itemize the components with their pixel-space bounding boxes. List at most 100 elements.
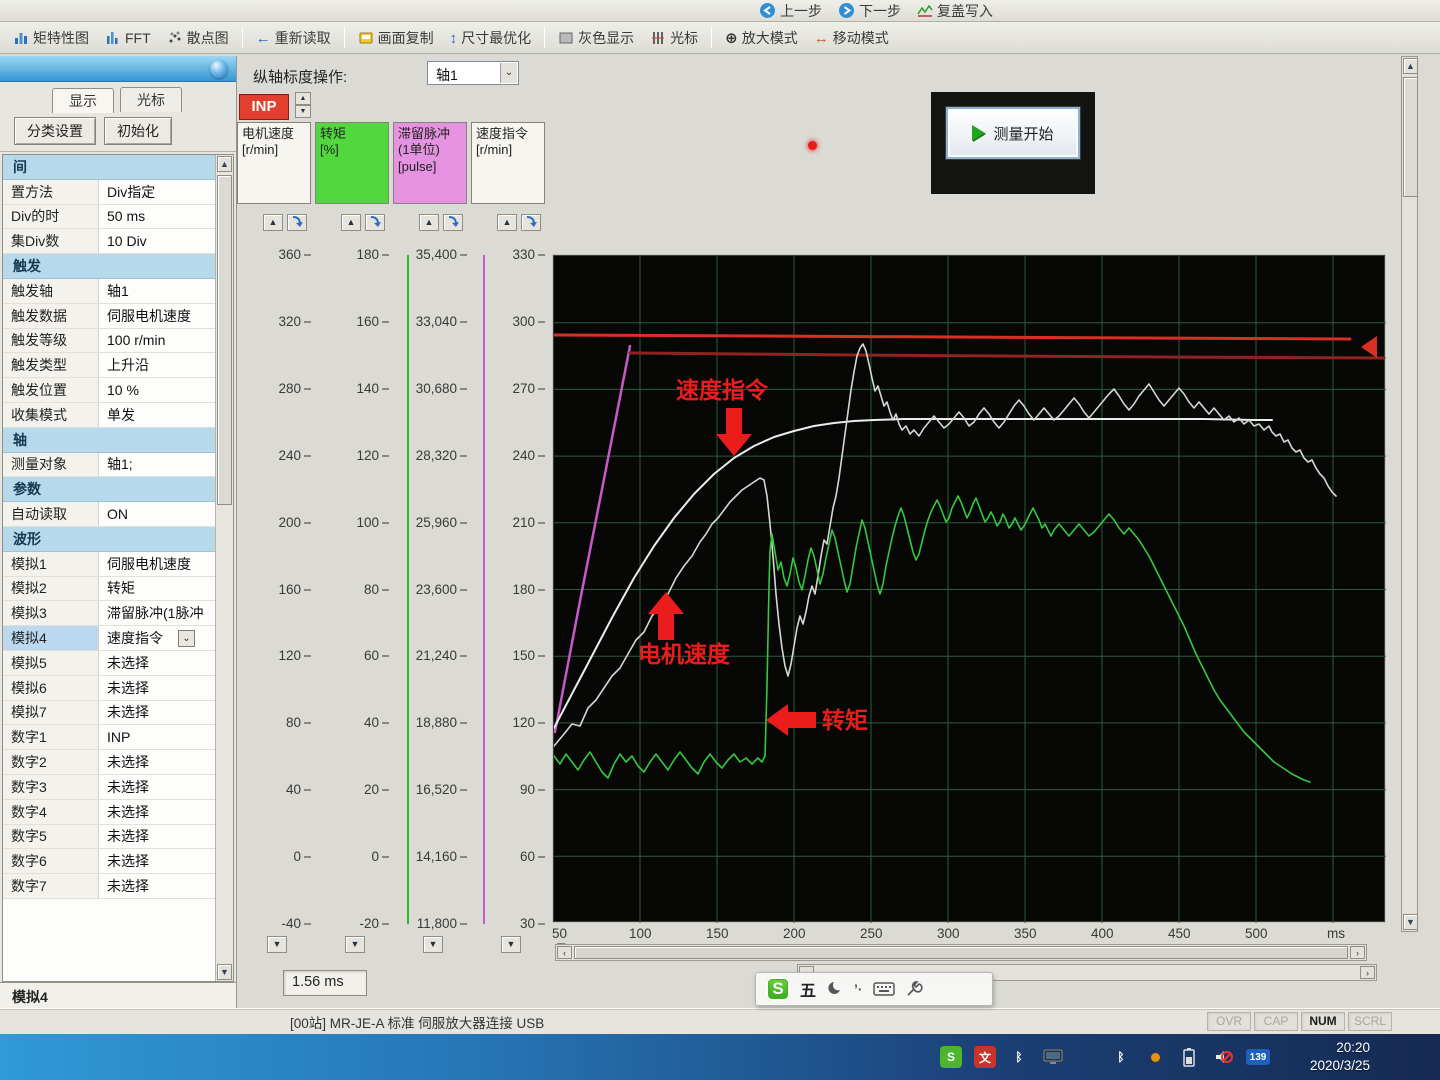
grid-row-Div的时[interactable]: Div的时50 ms [3,205,215,230]
volume-muted-icon[interactable] [1212,1046,1234,1068]
channel-header-电机速度[interactable]: 电机速度[r/min] [237,122,311,204]
ime-wubi-icon[interactable]: 文 [974,1046,996,1068]
bluetooth2-icon[interactable]: ᛒ [1110,1046,1132,1068]
grid-row-模拟6[interactable]: 模拟6未选择 [3,676,215,701]
bluetooth-icon[interactable]: ᛒ [1008,1046,1030,1068]
scale-auto-icon[interactable] [365,214,385,231]
grid-row-数字3[interactable]: 数字3未选择 [3,775,215,800]
tab-显示[interactable]: 显示 [52,88,114,113]
scale-auto-icon[interactable] [287,214,307,231]
chevron-down-icon[interactable]: ⌄ [500,63,517,83]
display-icon[interactable] [1042,1046,1064,1068]
scale-up-icon[interactable]: ▲ [419,214,439,231]
grid-row-收集模式[interactable]: 收集模式单发 [3,403,215,428]
grid-row-触发位置[interactable]: 触发位置10 % [3,378,215,403]
scroll-right-icon[interactable]: › [1350,946,1365,959]
vscroll-down-icon[interactable]: ▼ [1403,914,1418,930]
battery-icon[interactable] [1178,1046,1200,1068]
grid-row-value: 滞留脉冲(1脉冲 [99,603,215,623]
scale-auto-icon[interactable] [521,214,541,231]
scroll-right2-icon[interactable]: › [1360,966,1375,979]
sogou-logo-icon[interactable]: S [766,977,790,1001]
grid-row-数字5[interactable]: 数字5未选择 [3,825,215,850]
scale-down-icon[interactable]: ▼ [267,936,287,953]
toolbar-top-3-button[interactable]: 复盖写入 [910,0,1000,22]
grid-row-模拟1[interactable]: 模拟1伺服电机速度 [3,552,215,577]
spin-up-icon[interactable]: ▲ [295,92,311,105]
grid-row-模拟2[interactable]: 模拟2转矩 [3,577,215,602]
button-分类设置[interactable]: 分类设置 [14,117,96,145]
grid-row-模拟3[interactable]: 模拟3滞留脉冲(1脉冲 [3,601,215,626]
grid-row-模拟5[interactable]: 模拟5未选择 [3,651,215,676]
grid-row-触发类型[interactable]: 触发类型上升沿 [3,353,215,378]
chevron-down-icon[interactable]: ⌄ [178,630,195,647]
toolbar-11-button[interactable]: 光标 [643,25,705,51]
toolbar-3-button[interactable]: 散点图 [160,25,236,51]
wubi-mode-label[interactable]: 五 [800,977,816,1001]
settings-scrollbar[interactable]: ▲ ▼ [215,155,233,981]
scale-up-icon[interactable]: ▲ [263,214,283,231]
vscroll-up-icon[interactable]: ▲ [1403,58,1418,74]
refresh-icon[interactable] [210,60,228,78]
grid-row-数字1[interactable]: 数字1INP [3,725,215,750]
channel-header-滞留脉冲[interactable]: 滞留脉冲(1单位)[pulse] [393,122,467,204]
scroll-down-icon[interactable]: ▼ [217,964,232,980]
keyboard-icon[interactable] [873,981,895,997]
grid-row-自动读取[interactable]: 自动读取ON [3,502,215,527]
toolbar-10-button[interactable]: 灰色显示 [551,25,641,51]
status-dot-icon[interactable] [1144,1046,1166,1068]
scrollbar-thumb[interactable] [217,175,232,505]
chart-vscrollbar[interactable]: ▲ ▼ [1401,56,1418,932]
toolbar-top-1-button[interactable]: 上一步 [752,0,829,22]
tab-光标[interactable]: 光标 [120,87,182,112]
chart-hscrollbar[interactable]: ‹ › [555,944,1367,961]
channel-header-转矩[interactable]: 转矩[%] [315,122,389,204]
punctuation-icon[interactable]: ’· [854,981,863,997]
spin-down-icon[interactable]: ▼ [295,105,311,118]
network-app-icon[interactable] [1076,1046,1098,1068]
scale-down-icon[interactable]: ▼ [345,936,365,953]
toolbar-8-button[interactable]: ↕尺寸最优化 [443,25,539,51]
grid-row-数字4[interactable]: 数字4未选择 [3,800,215,825]
toolbar-2-button[interactable]: FFT [98,27,158,49]
sogou-tray-icon[interactable]: S [940,1046,962,1068]
channel-header-速度指令[interactable]: 速度指令[r/min] [471,122,545,204]
scale-up-icon[interactable]: ▲ [341,214,361,231]
scale-down-icon[interactable]: ▼ [423,936,443,953]
scroll-left-icon[interactable]: ‹ [557,946,572,959]
scale-down-icon[interactable]: ▼ [501,936,521,953]
scroll-up-icon[interactable]: ▲ [217,156,232,172]
grid-row-数字7[interactable]: 数字7未选择 [3,874,215,899]
taskbar[interactable]: S文ᛒᛒ139 20:20 2020/3/25 [0,1034,1440,1080]
badge-139[interactable]: 139 [1246,1049,1270,1065]
vscroll-thumb[interactable] [1403,77,1418,197]
toolbar-14-button[interactable]: ↔移动模式 [807,25,896,51]
hscroll-thumb[interactable] [574,946,1348,959]
grid-row-触发等级[interactable]: 触发等级100 r/min [3,329,215,354]
grid-row-模拟4[interactable]: 模拟4速度指令⌄ [3,626,215,651]
grid-row-触发轴[interactable]: 触发轴轴1 [3,279,215,304]
grid-row-集Div数[interactable]: 集Div数10 Div [3,229,215,254]
toolbar-7-button[interactable]: 画面复制 [351,25,441,51]
inp-spinner[interactable]: ▲ ▼ [295,92,311,120]
scale-auto-icon[interactable] [443,214,463,231]
grid-row-触发数据[interactable]: 触发数据伺服电机速度 [3,304,215,329]
toolbar-13-button[interactable]: ⊕放大模式 [718,25,805,51]
grid-row-数字2[interactable]: 数字2未选择 [3,750,215,775]
toolbar-5-button[interactable]: ←重新读取 [249,25,338,51]
moon-icon[interactable] [826,980,844,998]
taskbar-clock[interactable]: 20:20 2020/3/25 [1310,1039,1370,1075]
axis-select-dropdown[interactable]: 轴1 ⌄ [427,61,519,85]
grid-row-数字6[interactable]: 数字6未选择 [3,849,215,874]
wrench-icon[interactable] [905,980,923,998]
grid-row-测量对象[interactable]: 测量对象轴1; [3,453,215,478]
toolbar-1-button[interactable]: 矩特性图 [6,25,96,51]
scale-up-icon[interactable]: ▲ [497,214,517,231]
button-初始化[interactable]: 初始化 [104,117,172,145]
toolbar-top-2-button[interactable]: 下一步 [831,0,908,22]
grid-row-模拟7[interactable]: 模拟7未选择 [3,701,215,726]
waveform-chart[interactable]: 速度指令电机速度转矩 [553,255,1385,922]
ime-toolbar[interactable]: S 五 ’· [755,972,993,1006]
grid-row-置方法[interactable]: 置方法Div指定 [3,180,215,205]
start-measure-button[interactable]: 测量开始 [946,107,1080,159]
